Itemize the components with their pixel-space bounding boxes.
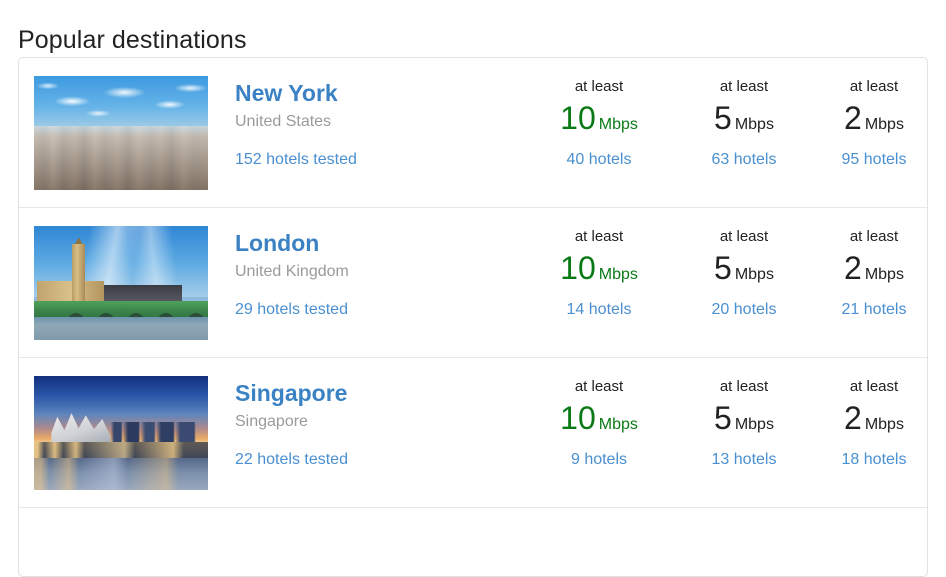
speed-number: 5 [714,250,732,286]
speed-unit: Mbps [596,116,638,133]
speed-threshold: 2Mbps [799,100,928,143]
destination-row[interactable]: London United Kingdom 29 hotels tested at l… [19,208,927,358]
country-name: United States [235,112,331,132]
speed-unit: Mbps [596,416,638,433]
page-title: Popular destinations [18,25,247,55]
at-least-label: at least [669,227,819,246]
london-big-ben-thumbnail[interactable] [34,226,208,340]
speed-unit: Mbps [732,416,774,433]
city-name-link[interactable]: London [235,230,319,257]
speed-threshold: 10Mbps [524,400,674,443]
at-least-label: at least [524,227,674,246]
at-least-label: at least [799,227,928,246]
hotels-tested-link[interactable]: 152 hotels tested [235,150,357,170]
speed-number: 10 [560,100,596,136]
at-least-label: at least [524,377,674,396]
speed-unit: Mbps [596,266,638,283]
country-name: Singapore [235,412,308,432]
at-least-label: at least [669,377,819,396]
at-least-label: at least [799,77,928,96]
speed-threshold: 2Mbps [799,250,928,293]
speed-number: 5 [714,400,732,436]
hotels-count-link[interactable]: 13 hotels [669,450,819,470]
at-least-label: at least [669,77,819,96]
speed-unit: Mbps [862,266,904,283]
hotels-count-link[interactable]: 21 hotels [799,300,928,320]
new-york-skyline-thumbnail[interactable] [34,76,208,190]
hotels-count-link[interactable]: 95 hotels [799,150,928,170]
hotels-count-link[interactable]: 18 hotels [799,450,928,470]
speed-unit: Mbps [862,416,904,433]
speed-number: 2 [844,250,862,286]
hotels-count-link[interactable]: 14 hotels [524,300,674,320]
destination-row[interactable]: New York United States 152 hotels tested at… [19,58,927,208]
speed-number: 10 [560,400,596,436]
speed-threshold: 5Mbps [669,250,819,293]
river-layer [34,317,208,340]
city-name-link[interactable]: New York [235,80,338,107]
speed-number: 10 [560,250,596,286]
speed-number: 5 [714,100,732,136]
speed-number: 2 [844,400,862,436]
speed-unit: Mbps [732,116,774,133]
speed-threshold: 2Mbps [799,400,928,443]
city-name-link[interactable]: Singapore [235,380,347,407]
sky-layer [34,76,208,131]
at-least-label: at least [799,377,928,396]
speed-threshold: 10Mbps [524,250,674,293]
country-name: United Kingdom [235,262,349,282]
singapore-marina-bay-thumbnail[interactable] [34,376,208,490]
hotels-count-link[interactable]: 63 hotels [669,150,819,170]
speed-threshold: 10Mbps [524,100,674,143]
hotels-count-link[interactable]: 9 hotels [524,450,674,470]
destination-row[interactable]: Singapore Singapore 22 hotels tested at lea… [19,358,927,508]
speed-threshold: 5Mbps [669,100,819,143]
hotels-count-link[interactable]: 20 hotels [669,300,819,320]
speed-unit: Mbps [732,266,774,283]
hotels-tested-link[interactable]: 22 hotels tested [235,450,348,470]
shading-layer [34,126,208,190]
at-least-label: at least [524,77,674,96]
popular-destinations-card: New York United States 152 hotels tested at… [18,57,928,577]
speed-number: 2 [844,100,862,136]
hotels-count-link[interactable]: 40 hotels [524,150,674,170]
speed-threshold: 5Mbps [669,400,819,443]
water-layer [34,458,208,490]
speed-unit: Mbps [862,116,904,133]
hotels-tested-link[interactable]: 29 hotels tested [235,300,348,320]
